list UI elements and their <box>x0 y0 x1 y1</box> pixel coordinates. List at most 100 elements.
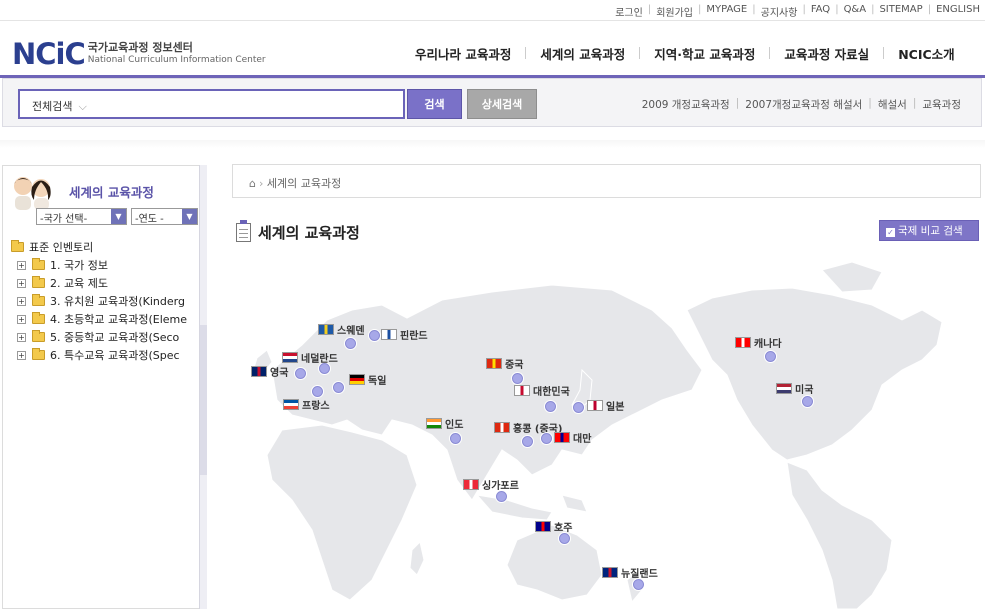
faq-link[interactable]: FAQ <box>811 4 830 19</box>
expand-icon[interactable]: + <box>17 350 26 360</box>
tree-item-label: 3. 유치원 교육과정(Kinderg <box>50 295 185 308</box>
country-name: 일본 <box>606 402 625 413</box>
flag-icon <box>494 422 510 433</box>
country-label-japan[interactable]: 일본 <box>587 398 624 413</box>
scrollbar-thumb[interactable] <box>200 325 207 475</box>
nav-curriculum-archive[interactable]: 교육과정 자료실 <box>784 44 869 63</box>
quick-link-curriculum[interactable]: 교육과정 <box>922 97 961 112</box>
breadcrumb-current[interactable]: 세계의 교육과정 <box>267 177 341 190</box>
folder-icon <box>32 276 45 288</box>
country-label-finland[interactable]: 핀란드 <box>381 327 428 342</box>
country-label-germany[interactable]: 독일 <box>349 372 386 387</box>
country-name: 대한민국 <box>533 387 570 398</box>
country-label-netherlands[interactable]: 네덜란드 <box>282 350 338 365</box>
tree-item-country-info[interactable]: +1. 국가 정보 <box>11 256 206 274</box>
tree-item-label: 4. 초등학교 교육과정(Eleme <box>50 313 187 326</box>
country-pin-uk[interactable] <box>295 368 306 379</box>
signup-link[interactable]: 회원가입 <box>656 4 693 19</box>
country-name: 호주 <box>554 523 573 534</box>
country-pin-taiwan[interactable] <box>541 433 552 444</box>
sidebar-scrollbar[interactable] <box>199 165 207 609</box>
flag-icon <box>554 432 570 443</box>
quick-link-2009[interactable]: 2009 개정교육과정 <box>642 97 730 112</box>
search-scope-select[interactable]: 전체검색 <box>32 100 72 113</box>
nav-world-curriculum[interactable]: 세계의 교육과정 <box>540 44 625 63</box>
nav-korea-curriculum[interactable]: 우리나라 교육과정 <box>415 44 511 63</box>
check-icon: ✓ <box>886 228 895 237</box>
site-logo[interactable]: NCiC 국가교육과정 정보센터 National Curriculum Inf… <box>12 37 266 71</box>
country-label-france[interactable]: 프랑스 <box>283 397 330 412</box>
advanced-search-button[interactable]: 상세검색 <box>467 89 537 119</box>
country-pin-newzealand[interactable] <box>633 579 644 590</box>
country-label-hongkong[interactable]: 홍콩 (중국) <box>494 420 562 435</box>
country-label-china[interactable]: 중국 <box>486 356 523 371</box>
qna-link[interactable]: Q&A <box>844 4 867 19</box>
country-pin-australia[interactable] <box>559 533 570 544</box>
english-link[interactable]: ENGLISH <box>936 4 980 19</box>
mypage-link[interactable]: MYPAGE <box>706 4 747 19</box>
country-name: 스웨덴 <box>337 326 365 337</box>
nav-about-ncic[interactable]: NCIC소개 <box>898 44 954 63</box>
country-pin-sweden[interactable] <box>345 338 356 349</box>
country-label-canada[interactable]: 캐나다 <box>735 335 782 350</box>
sitemap-link[interactable]: SITEMAP <box>879 4 922 19</box>
flag-icon <box>282 352 298 363</box>
country-pin-korea[interactable] <box>545 401 556 412</box>
login-link[interactable]: 로그인 <box>615 4 643 19</box>
year-select[interactable]: -연도 - ▼ <box>131 208 198 225</box>
tree-item-label: 2. 교육 제도 <box>50 277 108 290</box>
country-name: 네덜란드 <box>301 354 338 365</box>
country-pin-usa[interactable] <box>802 396 813 407</box>
flag-icon <box>776 383 792 394</box>
expand-icon[interactable]: + <box>17 296 26 306</box>
quick-link-2007-guide[interactable]: 2007개정교육과정 해설서 <box>745 97 862 112</box>
country-select[interactable]: -국가 선택- ▼ <box>36 208 127 225</box>
nav-local-school-curriculum[interactable]: 지역·학교 교육과정 <box>654 44 755 63</box>
children-illustration <box>14 177 51 210</box>
expand-icon[interactable]: + <box>17 260 26 270</box>
country-label-india[interactable]: 인도 <box>426 416 463 431</box>
country-pin-singapore[interactable] <box>496 491 507 502</box>
expand-icon[interactable]: + <box>17 278 26 288</box>
expand-icon[interactable]: + <box>17 332 26 342</box>
country-label-singapore[interactable]: 싱가포르 <box>463 477 519 492</box>
country-label-korea[interactable]: 대한민국 <box>514 383 570 398</box>
country-label-australia[interactable]: 호주 <box>535 519 572 534</box>
logo-mark: NCiC <box>12 37 86 71</box>
notice-link[interactable]: 공지사항 <box>761 4 798 19</box>
chevron-down-icon[interactable]: ⌵ <box>78 100 86 113</box>
country-label-uk[interactable]: 영국 <box>251 364 288 379</box>
home-icon[interactable]: ⌂ <box>249 177 256 190</box>
folder-open-icon <box>11 240 24 252</box>
country-pin-finland[interactable] <box>369 330 380 341</box>
country-label-newzealand[interactable]: 뉴질랜드 <box>602 565 658 580</box>
chevron-down-icon[interactable]: ▼ <box>111 209 126 224</box>
country-pin-hongkong[interactable] <box>522 436 533 447</box>
search-button[interactable]: 검색 <box>407 89 462 119</box>
tree-item-secondary[interactable]: +5. 중등학교 교육과정(Seco <box>11 328 206 346</box>
folder-icon <box>32 258 45 270</box>
country-label-usa[interactable]: 미국 <box>776 381 813 396</box>
tree-item-special-education[interactable]: +6. 특수교육 교육과정(Spec <box>11 346 206 364</box>
international-compare-button[interactable]: ✓ 국제 비교 검색 <box>879 220 979 241</box>
tree-item-elementary[interactable]: +4. 초등학교 교육과정(Eleme <box>11 310 206 328</box>
flag-icon <box>463 479 479 490</box>
flag-icon <box>426 418 442 429</box>
country-pin-canada[interactable] <box>765 351 776 362</box>
country-pin-india[interactable] <box>450 433 461 444</box>
country-pin-japan[interactable] <box>573 402 584 413</box>
tree-root[interactable]: 표준 인벤토리 <box>11 238 206 256</box>
country-pin-germany[interactable] <box>333 382 344 393</box>
flag-icon <box>602 567 618 578</box>
country-pin-france[interactable] <box>312 386 323 397</box>
tree-item-label: 1. 국가 정보 <box>50 259 108 272</box>
chevron-down-icon[interactable]: ▼ <box>182 209 197 224</box>
quick-link-guide[interactable]: 해설서 <box>878 97 907 112</box>
country-label-taiwan[interactable]: 대만 <box>554 430 591 445</box>
top-utility-links: 로그인 | 회원가입 | MYPAGE | 공지사항 | FAQ | Q&A | SITEM… <box>615 4 980 19</box>
country-label-sweden[interactable]: 스웨덴 <box>318 322 365 337</box>
expand-icon[interactable]: + <box>17 314 26 324</box>
tree-item-education-system[interactable]: +2. 교육 제도 <box>11 274 206 292</box>
tree-item-kindergarten[interactable]: +3. 유치원 교육과정(Kinderg <box>11 292 206 310</box>
search-input[interactable]: 전체검색 ⌵ <box>18 89 405 119</box>
